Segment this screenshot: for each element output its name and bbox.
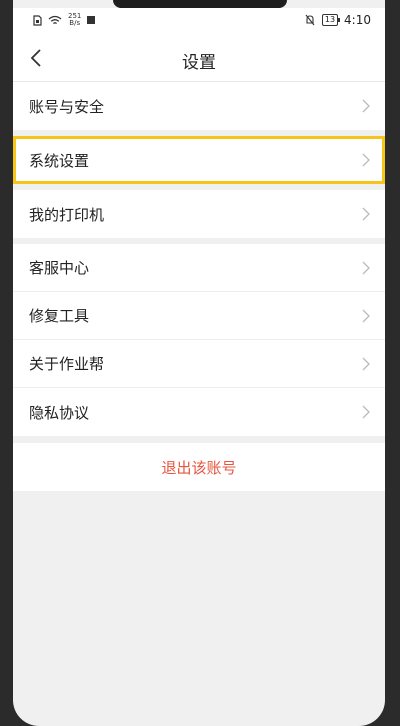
battery-level: 13 — [321, 14, 341, 26]
settings-group-system: 系统设置 — [13, 136, 385, 184]
settings-group-account: 账号与安全 — [13, 82, 385, 130]
chevron-right-icon — [362, 99, 370, 113]
menu-item-about[interactable]: 关于作业帮 — [13, 340, 385, 388]
menu-item-repair-tool[interactable]: 修复工具 — [13, 292, 385, 340]
wifi-icon — [48, 15, 62, 24]
settings-group-printer: 我的打印机 — [13, 190, 385, 238]
camera-notch — [113, 0, 287, 8]
chevron-right-icon — [362, 309, 370, 323]
status-bar: 251 B/s 13 4:10 — [13, 8, 385, 36]
menu-item-label: 系统设置 — [29, 151, 90, 170]
page-title: 设置 — [182, 53, 216, 73]
screen: 251 B/s 13 4:10 设置 账号与安全 系统设置 我的打印机 客服中心… — [13, 0, 385, 726]
network-speed-unit: B/s — [69, 19, 81, 27]
phone-frame: 251 B/s 13 4:10 设置 账号与安全 系统设置 我的打印机 客服中心… — [0, 0, 400, 726]
header: 设置 — [13, 36, 385, 82]
menu-item-label: 修复工具 — [29, 307, 90, 325]
chevron-right-icon — [362, 261, 370, 275]
menu-item-privacy-policy[interactable]: 隐私协议 — [13, 388, 385, 436]
logout-button[interactable]: 退出该账号 — [13, 443, 385, 491]
menu-item-label: 我的打印机 — [29, 205, 105, 224]
chevron-right-icon — [362, 207, 370, 221]
chevron-right-icon — [362, 357, 370, 371]
recording-icon — [87, 16, 96, 24]
menu-item-label: 隐私协议 — [29, 403, 90, 422]
sim-card-icon — [33, 14, 42, 26]
clock: 4:10 — [344, 13, 371, 27]
menu-item-my-printer[interactable]: 我的打印机 — [13, 190, 385, 238]
settings-group-support: 客服中心 修复工具 关于作业帮 隐私协议 — [13, 244, 385, 436]
menu-item-label: 账号与安全 — [29, 97, 105, 116]
mute-bell-icon — [305, 14, 315, 26]
menu-item-customer-service[interactable]: 客服中心 — [13, 244, 385, 292]
menu-item-label: 客服中心 — [29, 259, 90, 277]
chevron-right-icon — [362, 405, 370, 419]
menu-item-account-security[interactable]: 账号与安全 — [13, 82, 385, 130]
menu-item-label: 关于作业帮 — [29, 355, 105, 373]
menu-item-system-settings[interactable]: 系统设置 — [13, 136, 385, 184]
network-speed: 251 B/s — [68, 13, 81, 27]
chevron-right-icon — [362, 153, 370, 167]
